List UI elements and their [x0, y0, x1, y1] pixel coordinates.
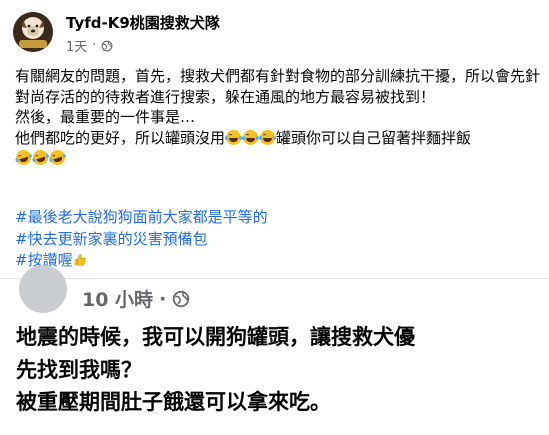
post-line: 他們都吃的更好，所以罐頭沒用 罐頭你可以自己留著拌麵拌飯	[15, 128, 540, 149]
page-avatar[interactable]	[13, 12, 53, 52]
shared-post-meta: 10 小時 ·	[82, 285, 190, 312]
laughing-tears-emoji	[225, 129, 243, 145]
rofl-emoji	[14, 148, 33, 167]
post-line-3-end: 罐頭你可以自己留著拌麵拌飯	[276, 128, 472, 147]
post-line: 有關網友的問題，首先，搜救犬們都有針對食物的部分訓練抗干擾，所以會先針對尚存活的…	[15, 67, 541, 106]
facebook-post: Tyfd-K9桃園搜救犬隊 1天 · 有關網友的問題，首先，搜救犬們都有針對食物…	[0, 0, 549, 278]
post-timestamp[interactable]: 1天	[66, 36, 87, 55]
globe-icon[interactable]	[101, 40, 113, 52]
hashtag-link[interactable]: #最後老大說狗狗面前大家都是平等的	[15, 207, 268, 229]
page-author-name[interactable]: Tyfd-K9桃園搜救犬隊	[66, 12, 220, 33]
shared-line: 先找到我嗎？	[16, 357, 142, 382]
post-body: 有關網友的問題，首先，搜救犬們都有針對食物的部分訓練抗干擾，所以會先針對尚存活的…	[14, 66, 541, 169]
emoji-row	[14, 148, 540, 169]
rofl-emoji	[31, 148, 50, 167]
shared-line: 地震的時候，我可以開狗罐頭，讓搜救犬優	[16, 325, 415, 349]
post-meta: 1天 ·	[66, 36, 113, 55]
laughing-tears-emoji	[259, 129, 277, 145]
post-line-3-start: 他們都吃的更好，所以罐頭沒用	[15, 128, 226, 147]
shared-separator: ·	[159, 287, 167, 310]
shared-screenshot: 10 小時 · 地震的時候，我可以開狗罐頭，讓搜救犬優 先找到我嗎？ 被重壓期間…	[0, 265, 549, 435]
meta-separator: ·	[92, 38, 97, 53]
post-line: 然後，最重要的一件事是…	[15, 108, 196, 126]
shared-avatar	[19, 265, 67, 313]
rofl-emoji	[48, 148, 67, 167]
globe-icon	[173, 290, 190, 307]
hashtag-list: #最後老大說狗狗面前大家都是平等的 #快去更新家裏的災害預備包 #按讚喔	[15, 207, 268, 272]
hashtag-link[interactable]: #快去更新家裏的災害預備包	[15, 229, 268, 251]
laughing-tears-emoji	[242, 129, 260, 145]
shared-post-body: 地震的時候，我可以開狗罐頭，讓搜救犬優 先找到我嗎？ 被重壓期間肚子餓還可以拿來…	[16, 321, 536, 419]
page-logo-icon	[13, 12, 53, 52]
shared-timestamp: 10 小時	[82, 289, 154, 311]
thumbs-up-emoji	[74, 254, 86, 266]
shared-line: 被重壓期間肚子餓還可以拿來吃。	[16, 390, 331, 414]
